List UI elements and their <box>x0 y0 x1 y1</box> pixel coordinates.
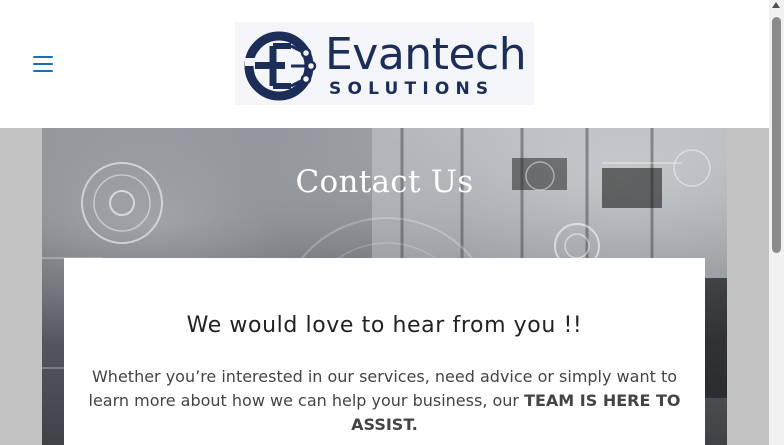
contact-intro-card: We would love to hear from you !! Whethe… <box>64 258 705 445</box>
site-logo[interactable]: Evantech SOLUTIONS <box>235 22 534 105</box>
hamburger-menu-icon[interactable] <box>33 54 54 73</box>
scroll-up-arrow-icon[interactable] <box>772 2 780 8</box>
logo-wordmark: Evantech <box>325 29 527 80</box>
page-scrollbar[interactable] <box>769 0 784 445</box>
page-title: Contact Us <box>295 164 474 200</box>
scrollbar-thumb[interactable] <box>772 17 781 253</box>
contact-heading: We would love to hear from you !! <box>186 313 583 338</box>
site-header: Evantech SOLUTIONS <box>0 0 769 128</box>
contact-description: Whether you’re interested in our service… <box>86 365 683 437</box>
evantech-logo-mark-icon <box>244 31 317 101</box>
logo-tagline: SOLUTIONS <box>329 79 495 99</box>
